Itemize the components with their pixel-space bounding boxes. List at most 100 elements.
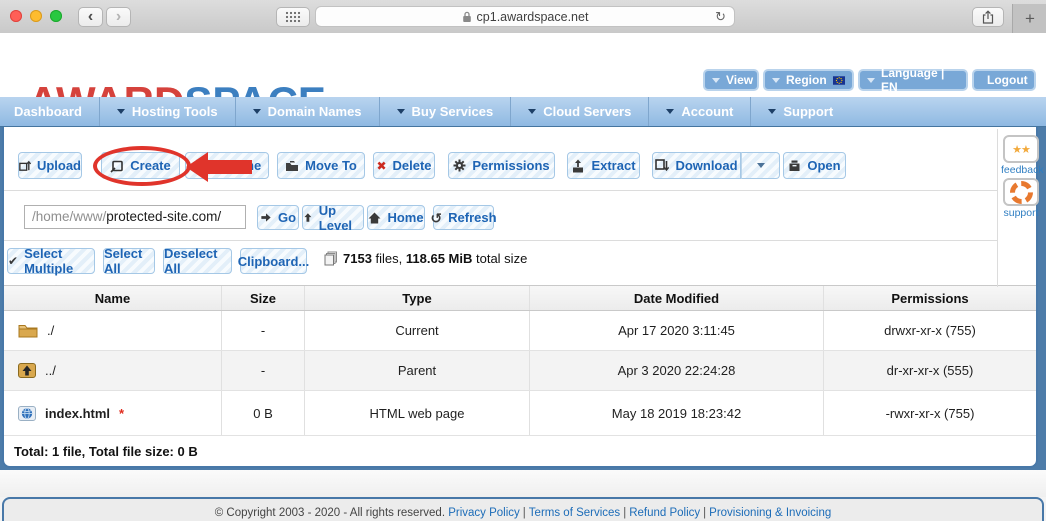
column-header-name[interactable]: Name: [4, 286, 222, 310]
feedback-stars-icon[interactable]: ★★: [1003, 135, 1039, 163]
eu-flag-icon: [833, 75, 845, 86]
share-icon: [982, 10, 994, 24]
html-globe-icon: [18, 406, 36, 421]
close-window-button[interactable]: [10, 10, 22, 22]
open-button[interactable]: Open: [783, 152, 846, 179]
file-date: May 18 2019 18:23:42: [530, 391, 824, 435]
nav-label: Account: [681, 104, 733, 119]
move-to-label: Move To: [305, 158, 357, 173]
chevron-down-icon: [768, 109, 776, 114]
divider: [4, 190, 997, 191]
select-all-label: Select All: [104, 246, 154, 276]
move-folder-icon: [285, 160, 299, 172]
file-type: Current: [305, 311, 530, 350]
column-header-size[interactable]: Size: [222, 286, 305, 310]
nav-label: Cloud Servers: [543, 104, 631, 119]
nav-item-buy-services[interactable]: Buy Services: [380, 97, 512, 126]
nav-item-hosting-tools[interactable]: Hosting Tools: [100, 97, 236, 126]
clipboard-button[interactable]: Clipboard...: [240, 248, 307, 274]
nav-item-cloud-servers[interactable]: Cloud Servers: [511, 97, 649, 126]
refund-policy-link[interactable]: Refund Policy: [629, 507, 700, 519]
terms-of-services-link[interactable]: Terms of Services: [529, 507, 620, 519]
refresh-button[interactable]: ↺ Refresh: [433, 205, 494, 230]
files-count: 7153: [343, 251, 372, 266]
provisioning-invoicing-link[interactable]: Provisioning & Invoicing: [709, 507, 831, 519]
nav-item-account[interactable]: Account: [649, 97, 751, 126]
reload-icon[interactable]: ↻: [715, 9, 726, 25]
column-header-permissions[interactable]: Permissions: [824, 286, 1036, 310]
download-label: Download: [675, 158, 737, 173]
extract-button[interactable]: Extract: [567, 152, 640, 179]
rename-button[interactable]: Rename: [185, 152, 269, 179]
logout-button[interactable]: Logout: [972, 69, 1036, 91]
nav-label: Support: [783, 104, 833, 119]
nav-item-support[interactable]: Support: [751, 97, 850, 126]
url-text: cp1.awardspace.net: [477, 10, 589, 24]
download-icon: [655, 159, 669, 172]
browser-chrome: ‹ › cp1.awardspace.net ↻: [0, 0, 1046, 34]
share-button[interactable]: [972, 7, 1004, 27]
folder-icon: [18, 323, 38, 338]
create-icon: [110, 159, 124, 173]
move-to-button[interactable]: Move To: [277, 152, 365, 179]
nav-item-dashboard[interactable]: Dashboard: [0, 97, 100, 126]
create-button[interactable]: Create: [101, 152, 180, 179]
file-manager-panel: Upload Create Rename Move To ✖: [2, 127, 1038, 468]
download-button[interactable]: Download: [652, 152, 741, 179]
go-button[interactable]: Go: [257, 205, 299, 230]
file-name: ../: [45, 363, 56, 378]
create-label: Create: [130, 158, 170, 173]
table-row-parent-dir[interactable]: ../ - Parent Apr 3 2020 22:24:28 dr-xr-x…: [4, 351, 1036, 391]
upload-icon: [19, 159, 31, 172]
browser-back-button[interactable]: ‹: [78, 7, 103, 27]
life-ring-icon[interactable]: [1003, 178, 1039, 206]
delete-x-icon: ✖: [376, 160, 386, 172]
page-gap: [0, 470, 1046, 497]
support-widget[interactable]: support: [1001, 178, 1041, 219]
extract-icon: [571, 159, 585, 173]
go-arrow-icon: [260, 211, 272, 224]
file-name: index.html: [45, 406, 110, 421]
parent-folder-icon: [18, 363, 36, 378]
chevron-down-icon: [867, 78, 875, 83]
feedback-widget[interactable]: ★★ feedback: [1001, 135, 1041, 176]
gear-icon: [453, 159, 466, 172]
privacy-policy-link[interactable]: Privacy Policy: [448, 507, 520, 519]
modified-star: *: [119, 406, 124, 421]
total-text: Total: 1 file, Total file size: 0 B: [14, 444, 198, 459]
logout-button-label: Logout: [987, 73, 1028, 87]
chevron-down-icon: [117, 109, 125, 114]
table-row-index-html[interactable]: index.html* 0 B HTML web page May 18 201…: [4, 391, 1036, 436]
divider: [4, 240, 997, 241]
browser-forward-button[interactable]: ›: [106, 7, 131, 27]
minimize-window-button[interactable]: [30, 10, 42, 22]
up-level-label: Up Level: [319, 203, 363, 233]
language-button[interactable]: Language | EN: [858, 69, 968, 91]
table-row-current-dir[interactable]: ./ - Current Apr 17 2020 3:11:45 drwxr-x…: [4, 311, 1036, 351]
zoom-window-button[interactable]: [50, 10, 62, 22]
download-dropdown-button[interactable]: [741, 152, 780, 179]
delete-button[interactable]: ✖ Delete: [373, 152, 435, 179]
view-button[interactable]: View: [703, 69, 759, 91]
up-level-button[interactable]: Up Level: [302, 205, 364, 230]
region-button[interactable]: Region: [763, 69, 854, 91]
nav-item-domain-names[interactable]: Domain Names: [236, 97, 380, 126]
address-bar[interactable]: cp1.awardspace.net ↻: [315, 6, 735, 27]
deselect-all-button[interactable]: Deselect All: [163, 248, 232, 274]
open-box-icon: [788, 159, 801, 172]
chevron-down-icon: [772, 78, 780, 83]
column-header-type[interactable]: Type: [305, 286, 530, 310]
select-all-button[interactable]: Select All: [103, 248, 155, 274]
permissions-button[interactable]: Permissions: [448, 152, 555, 179]
new-tab-button[interactable]: +: [1012, 4, 1046, 33]
select-multiple-label: Select Multiple: [24, 246, 94, 276]
file-name: ./: [47, 323, 54, 338]
refresh-icon: ↺: [430, 212, 442, 224]
tab-overview-button[interactable]: [276, 7, 310, 27]
select-multiple-button[interactable]: ✔ Select Multiple: [7, 248, 95, 274]
upload-button[interactable]: Upload: [18, 152, 82, 179]
home-icon: [368, 212, 381, 224]
home-button[interactable]: Home: [367, 205, 425, 230]
path-input[interactable]: /home/www/protected-site.com/: [24, 205, 246, 229]
column-header-date-modified[interactable]: Date Modified: [530, 286, 824, 310]
